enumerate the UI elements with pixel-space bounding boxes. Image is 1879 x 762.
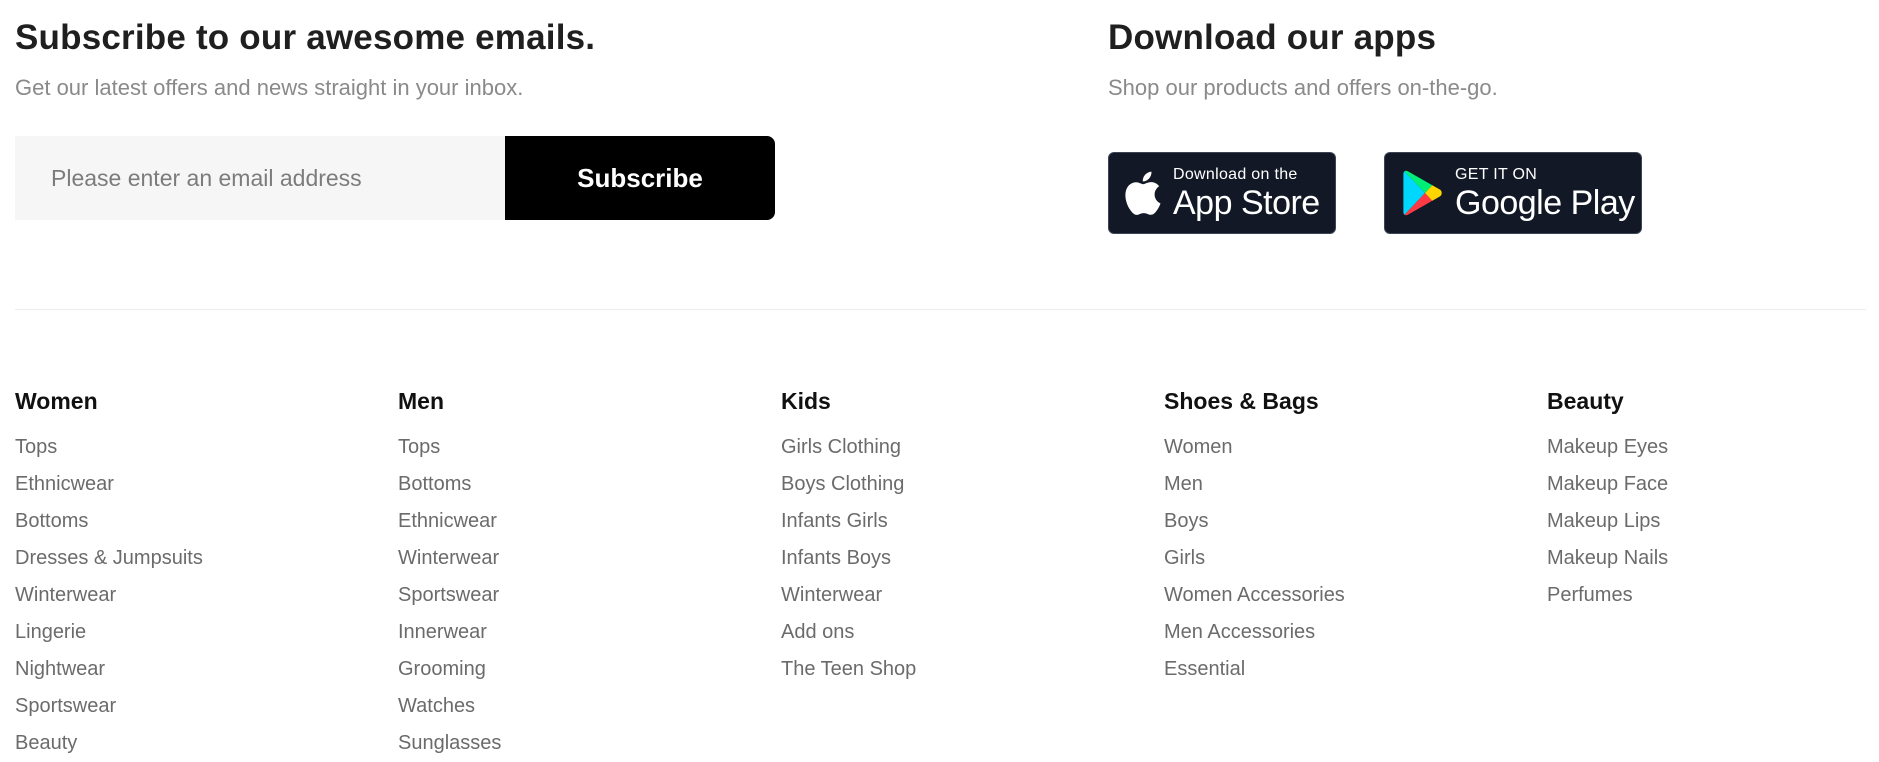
column-title: Women: [15, 388, 98, 414]
app-store-small-text: Download on the: [1173, 165, 1298, 183]
newsletter-section: Subscribe to our awesome emails. Get our…: [15, 16, 815, 102]
apps-subtitle: Shop our products and offers on-the-go.: [1108, 75, 1498, 100]
download-apps-section: Download our apps Shop our products and …: [1108, 16, 1808, 234]
link-list: Girls Clothing Boys Clothing Infants Gir…: [781, 429, 1141, 688]
footer-link[interactable]: Infants Girls: [781, 503, 1141, 540]
footer-link[interactable]: Makeup Face: [1547, 466, 1879, 503]
subscribe-button[interactable]: Subscribe: [505, 136, 775, 220]
newsletter-title: Subscribe to our awesome emails.: [15, 18, 596, 57]
link-list: Tops Bottoms Ethnicwear Winterwear Sport…: [398, 429, 758, 762]
footer-link[interactable]: Women Accessories: [1164, 577, 1524, 614]
google-play-small-text: GET IT ON: [1455, 165, 1538, 183]
footer-link[interactable]: Perfumes: [1547, 577, 1879, 614]
link-list: Makeup Eyes Makeup Face Makeup Lips Make…: [1547, 429, 1879, 614]
footer-link[interactable]: Winterwear: [781, 577, 1141, 614]
footer-link[interactable]: Boys: [1164, 503, 1524, 540]
footer-link[interactable]: Beauty: [15, 725, 375, 762]
footer-column-men: Men Tops Bottoms Ethnicwear Winterwear S…: [398, 386, 758, 762]
footer-link[interactable]: Makeup Eyes: [1547, 429, 1879, 466]
footer-link[interactable]: Grooming: [398, 651, 758, 688]
footer-link[interactable]: Girls: [1164, 540, 1524, 577]
link-list: Women Men Boys Girls Women Accessories M…: [1164, 429, 1524, 688]
footer-link[interactable]: Tops: [398, 429, 758, 466]
google-play-icon: [1403, 170, 1443, 216]
footer-column-women: Women Tops Ethnicwear Bottoms Dresses & …: [15, 386, 375, 762]
store-badges: Download on the App Store GET IT ON Goog…: [1108, 152, 1642, 234]
apps-title: Download our apps: [1108, 18, 1437, 57]
newsletter-subtitle: Get our latest offers and news straight …: [15, 75, 524, 100]
footer-link-columns: Women Tops Ethnicwear Bottoms Dresses & …: [15, 386, 1875, 754]
footer-link[interactable]: Makeup Lips: [1547, 503, 1879, 540]
footer-link[interactable]: Winterwear: [398, 540, 758, 577]
footer-column-kids: Kids Girls Clothing Boys Clothing Infant…: [781, 386, 1141, 688]
footer-link[interactable]: Makeup Nails: [1547, 540, 1879, 577]
footer-link[interactable]: Nightwear: [15, 651, 375, 688]
footer-link[interactable]: Winterwear: [15, 577, 375, 614]
footer-link[interactable]: Dresses & Jumpsuits: [15, 540, 375, 577]
footer-link[interactable]: Men Accessories: [1164, 614, 1524, 651]
footer-top-section: Subscribe to our awesome emails. Get our…: [15, 0, 1865, 310]
footer-link[interactable]: Boys Clothing: [781, 466, 1141, 503]
footer-link[interactable]: Add ons: [781, 614, 1141, 651]
footer-link[interactable]: Men: [1164, 466, 1524, 503]
column-title: Shoes & Bags: [1164, 388, 1319, 414]
footer-link[interactable]: Women: [1164, 429, 1524, 466]
section-divider: [15, 309, 1866, 310]
footer-link[interactable]: Lingerie: [15, 614, 375, 651]
footer-link[interactable]: The Teen Shop: [781, 651, 1141, 688]
email-input[interactable]: [15, 136, 505, 220]
app-store-large-text: App Store: [1173, 183, 1320, 222]
footer-column-beauty: Beauty Makeup Eyes Makeup Face Makeup Li…: [1547, 386, 1879, 614]
footer-link[interactable]: Ethnicwear: [15, 466, 375, 503]
footer-column-shoes-bags: Shoes & Bags Women Men Boys Girls Women …: [1164, 386, 1524, 688]
footer-link[interactable]: Bottoms: [398, 466, 758, 503]
column-title: Kids: [781, 388, 831, 414]
app-store-text: Download on the App Store: [1173, 165, 1320, 222]
column-title: Men: [398, 388, 444, 414]
footer-link[interactable]: Innerwear: [398, 614, 758, 651]
column-title: Beauty: [1547, 388, 1624, 414]
google-play-badge[interactable]: GET IT ON Google Play: [1384, 152, 1642, 234]
footer-link[interactable]: Ethnicwear: [398, 503, 758, 540]
footer-link[interactable]: Tops: [15, 429, 375, 466]
subscribe-form: Subscribe: [15, 136, 775, 220]
apple-icon: [1125, 171, 1161, 215]
google-play-large-text: Google Play: [1455, 183, 1635, 222]
footer-link[interactable]: Bottoms: [15, 503, 375, 540]
footer-link[interactable]: Sportswear: [15, 688, 375, 725]
footer-link[interactable]: Sportswear: [398, 577, 758, 614]
footer-link[interactable]: Sunglasses: [398, 725, 758, 762]
link-list: Tops Ethnicwear Bottoms Dresses & Jumpsu…: [15, 429, 375, 762]
footer-link[interactable]: Girls Clothing: [781, 429, 1141, 466]
footer-link[interactable]: Watches: [398, 688, 758, 725]
google-play-text: GET IT ON Google Play: [1455, 165, 1635, 222]
app-store-badge[interactable]: Download on the App Store: [1108, 152, 1336, 234]
footer-link[interactable]: Essential: [1164, 651, 1524, 688]
footer-link[interactable]: Infants Boys: [781, 540, 1141, 577]
